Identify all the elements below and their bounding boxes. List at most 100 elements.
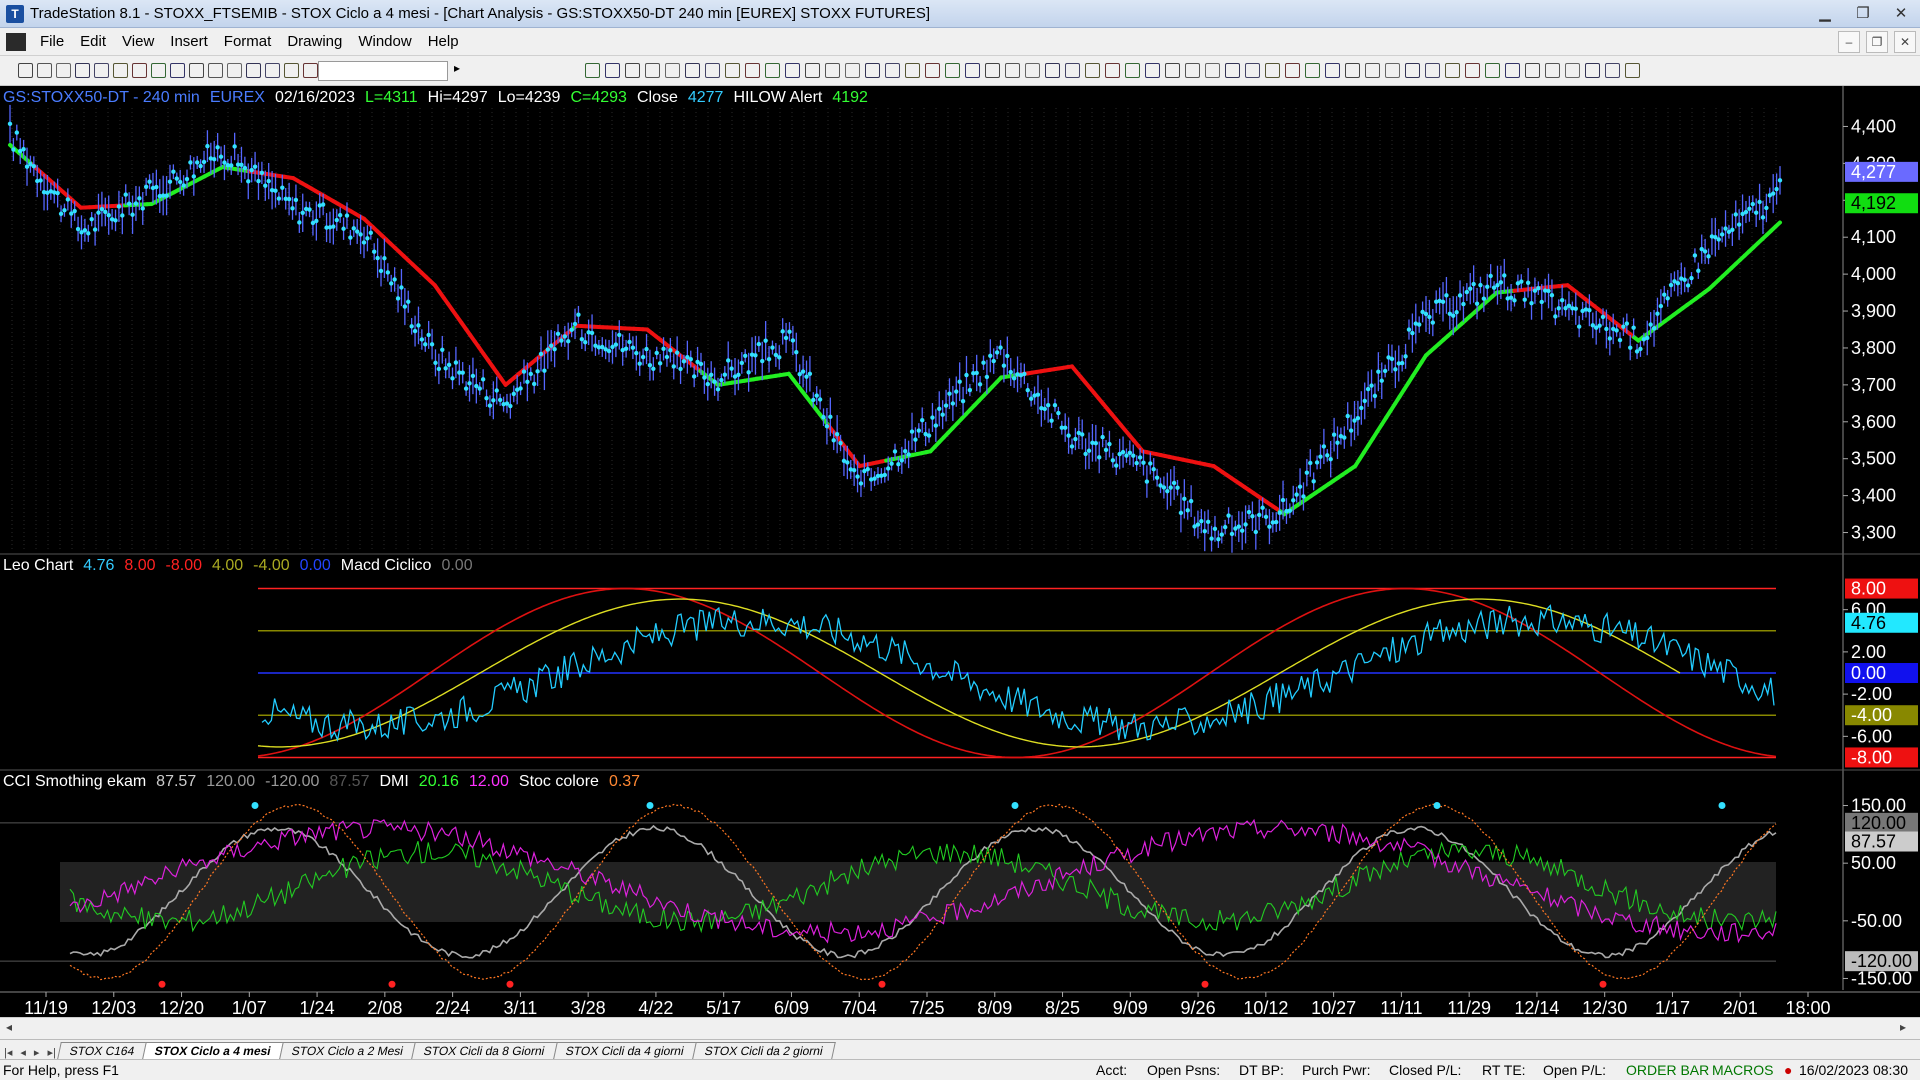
toolbar-tool-icon[interactable] [705, 63, 720, 78]
toolbar-tool-icon[interactable] [132, 63, 147, 78]
toolbar-tool-icon[interactable] [303, 63, 318, 78]
toolbar-tool-icon[interactable] [227, 63, 242, 78]
toolbar-tool-icon[interactable] [645, 63, 660, 78]
toolbar-tool-icon[interactable] [1605, 63, 1620, 78]
toolbar-tool-icon[interactable] [1265, 63, 1280, 78]
toolbar-tool-icon[interactable] [1185, 63, 1200, 78]
status-macros[interactable]: MACROS [1712, 1062, 1773, 1078]
toolbar-tool-icon[interactable] [605, 63, 620, 78]
toolbar-tool-icon[interactable] [1165, 63, 1180, 78]
toolbar-tool-icon[interactable] [925, 63, 940, 78]
toolbar-tool-icon[interactable] [1125, 63, 1140, 78]
tab-first-icon[interactable]: |◂ [0, 1046, 16, 1059]
toolbar-tool-icon[interactable] [1285, 63, 1300, 78]
chart-window-icon[interactable] [6, 32, 26, 51]
toolbar-tool-icon[interactable] [1405, 63, 1420, 78]
toolbar-tool-icon[interactable] [625, 63, 640, 78]
toolbar-tool-icon[interactable] [1225, 63, 1240, 78]
toolbar-tool-icon[interactable] [208, 63, 223, 78]
toolbar-tool-icon[interactable] [685, 63, 700, 78]
toolbar-tool-icon[interactable] [1485, 63, 1500, 78]
toolbar-tool-icon[interactable] [965, 63, 980, 78]
menu-format[interactable]: Format [216, 33, 280, 50]
tab-stox-cicli-2-giorni[interactable]: STOX Cicli da 2 giorni [691, 1042, 836, 1059]
maximize-button[interactable]: ❐ [1844, 0, 1882, 28]
toolbar-tool-icon[interactable] [1565, 63, 1580, 78]
tab-prev-icon[interactable]: ◂ [16, 1046, 30, 1059]
toolbar-tool-icon[interactable] [865, 63, 880, 78]
mdi-minimize-button[interactable]: – [1838, 31, 1860, 53]
toolbar-tool-icon[interactable] [1345, 63, 1360, 78]
toolbar-tool-icon[interactable] [189, 63, 204, 78]
toolbar-tool-icon[interactable] [825, 63, 840, 78]
toolbar-tool-icon[interactable] [725, 63, 740, 78]
menu-insert[interactable]: Insert [162, 33, 216, 50]
scroll-right-icon[interactable]: ▸ [1900, 1020, 1906, 1034]
toolbar-tool-icon[interactable] [905, 63, 920, 78]
horizontal-scrollbar[interactable]: ◂ ▸ [0, 1017, 1920, 1039]
tab-stox-cicli-4-giorni[interactable]: STOX Cicli da 4 giorni [553, 1042, 697, 1059]
menu-file[interactable]: File [32, 33, 72, 50]
tab-stox-c164[interactable]: STOX C164 [57, 1042, 148, 1059]
symbol-combo-box[interactable] [318, 61, 448, 81]
toolbar-tool-icon[interactable] [246, 63, 261, 78]
chart-canvas[interactable]: 4,4004,3004,2004,1004,0003,9003,8003,700… [0, 86, 1920, 1017]
toolbar-tool-icon[interactable] [745, 63, 760, 78]
toolbar-tool-icon[interactable] [1625, 63, 1640, 78]
menu-window[interactable]: Window [350, 33, 419, 50]
toolbar-tool-icon[interactable] [170, 63, 185, 78]
toolbar-tool-icon[interactable] [265, 63, 280, 78]
toolbar-tool-icon[interactable] [585, 63, 600, 78]
toolbar-tool-icon[interactable] [1505, 63, 1520, 78]
minimize-button[interactable]: ▁ [1806, 0, 1844, 28]
toolbar-tool-icon[interactable] [1585, 63, 1600, 78]
toolbar-tool-icon[interactable] [18, 63, 33, 78]
tab-stox-ciclo-2-mesi[interactable]: STOX Ciclo a 2 Mesi [279, 1042, 417, 1059]
status-order-bar[interactable]: ORDER BAR [1626, 1062, 1709, 1078]
mdi-close-button[interactable]: ✕ [1894, 31, 1916, 53]
menu-drawing[interactable]: Drawing [279, 33, 350, 50]
toolbar-tool-icon[interactable] [56, 63, 71, 78]
mdi-restore-button[interactable]: ❐ [1866, 31, 1888, 53]
toolbar-tool-icon[interactable] [284, 63, 299, 78]
toolbar-tool-icon[interactable] [1465, 63, 1480, 78]
menu-edit[interactable]: Edit [72, 33, 114, 50]
toolbar-tool-icon[interactable] [985, 63, 1000, 78]
toolbar-tool-icon[interactable] [1365, 63, 1380, 78]
tab-stox-ciclo-4-mesi[interactable]: STOX Ciclo a 4 mesi [142, 1042, 284, 1059]
toolbar-tool-icon[interactable] [765, 63, 780, 78]
toolbar-tool-icon[interactable] [885, 63, 900, 78]
toolbar-tool-icon[interactable] [945, 63, 960, 78]
chart-analysis-area[interactable]: 4,4004,3004,2004,1004,0003,9003,8003,700… [0, 86, 1920, 1030]
toolbar-tool-icon[interactable] [1145, 63, 1160, 78]
close-button[interactable]: ✕ [1882, 0, 1920, 28]
toolbar-tool-icon[interactable] [1325, 63, 1340, 78]
toolbar-tool-icon[interactable] [75, 63, 90, 78]
scroll-left-icon[interactable]: ◂ [6, 1020, 12, 1034]
toolbar-tool-icon[interactable] [1545, 63, 1560, 78]
menu-view[interactable]: View [114, 33, 162, 50]
toolbar-tool-icon[interactable] [805, 63, 820, 78]
toolbar-tool-icon[interactable] [665, 63, 680, 78]
toolbar-tool-icon[interactable] [1065, 63, 1080, 78]
toolbar-tool-icon[interactable] [1425, 63, 1440, 78]
toolbar-tool-icon[interactable] [113, 63, 128, 78]
toolbar-tool-icon[interactable] [151, 63, 166, 78]
toolbar-tool-icon[interactable] [1245, 63, 1260, 78]
toolbar-tool-icon[interactable] [94, 63, 109, 78]
toolbar-tool-icon[interactable] [1045, 63, 1060, 78]
combo-arrow-icon[interactable]: ▸ [454, 61, 460, 75]
toolbar-tool-icon[interactable] [1525, 63, 1540, 78]
toolbar-tool-icon[interactable] [1005, 63, 1020, 78]
toolbar-tool-icon[interactable] [37, 63, 52, 78]
toolbar-tool-icon[interactable] [1445, 63, 1460, 78]
toolbar-tool-icon[interactable] [785, 63, 800, 78]
toolbar-tool-icon[interactable] [1085, 63, 1100, 78]
toolbar-tool-icon[interactable] [1305, 63, 1320, 78]
toolbar-tool-icon[interactable] [845, 63, 860, 78]
toolbar-tool-icon[interactable] [1105, 63, 1120, 78]
menu-help[interactable]: Help [420, 33, 467, 50]
tab-next-icon[interactable]: ▸ [30, 1046, 44, 1059]
toolbar-tool-icon[interactable] [1385, 63, 1400, 78]
toolbar-tool-icon[interactable] [1205, 63, 1220, 78]
